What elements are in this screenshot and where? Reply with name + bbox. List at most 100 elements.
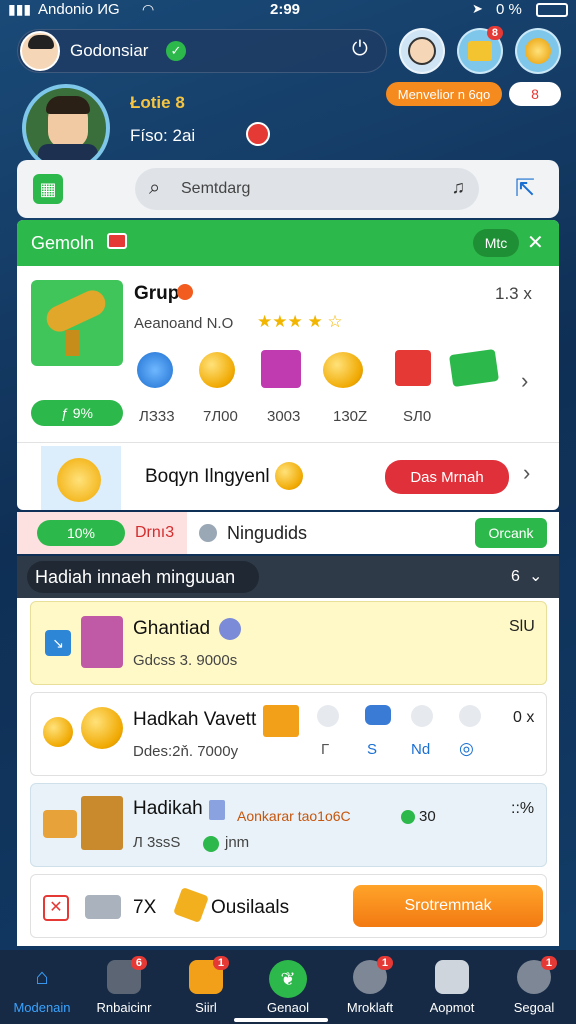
close-icon[interactable]: ✕ bbox=[527, 230, 544, 255]
battery-icon bbox=[536, 3, 568, 17]
chevron-down-icon[interactable]: ⌄ bbox=[529, 566, 542, 586]
edit-icon bbox=[219, 618, 241, 640]
item-icon-label: Г bbox=[321, 741, 330, 758]
avatar[interactable] bbox=[20, 31, 60, 71]
grid-icon[interactable]: ▦ bbox=[33, 174, 63, 204]
reward-value: 7Л00 bbox=[203, 408, 238, 425]
promo-count[interactable]: 8 bbox=[509, 82, 561, 106]
item-title: Hadikah bbox=[133, 798, 203, 819]
tab-badge: 6 bbox=[130, 956, 147, 970]
progress-button[interactable]: Orcank bbox=[475, 518, 547, 548]
item-extra: Aonkarar tao1o6C bbox=[237, 808, 351, 824]
progress-row: 10% Drnı3 Ningudids Orcank bbox=[17, 512, 559, 554]
bird-icon bbox=[365, 705, 391, 725]
progress-label: Ningudids bbox=[227, 523, 308, 543]
search-input[interactable]: ⌕ Semtdarg ♫ bbox=[135, 168, 479, 210]
chest-icon bbox=[263, 705, 299, 737]
tab-profile[interactable]: 1 Segoal bbox=[493, 956, 575, 1015]
search-card: ▦ ⌕ Semtdarg ♫ ⇱ bbox=[17, 160, 559, 218]
box-icon bbox=[468, 41, 492, 61]
item-icon-label: Nd bbox=[411, 741, 431, 758]
friend-avatar-button[interactable] bbox=[399, 28, 445, 74]
section-tag[interactable]: Mtc bbox=[473, 229, 519, 257]
tab-label: Genaol bbox=[267, 1000, 309, 1015]
tab-leaf[interactable]: ❦ Genaol bbox=[247, 960, 329, 1015]
cup-icon bbox=[209, 800, 225, 820]
gift-box-icon bbox=[261, 350, 301, 388]
reward-value: ЅЛ0 bbox=[403, 408, 432, 425]
dot-icon bbox=[401, 810, 415, 824]
cannon-icon bbox=[31, 280, 123, 366]
tab-home[interactable]: ⌂ Modenain bbox=[1, 960, 83, 1015]
chevron-right-icon[interactable]: › bbox=[521, 368, 528, 394]
mic-icon[interactable]: ♫ bbox=[452, 177, 466, 198]
group-subtitle: Aeanoand N.O bbox=[134, 315, 234, 332]
chevron-right-icon[interactable]: › bbox=[523, 460, 530, 486]
item-sub: Ddes:2ň. 7000y bbox=[133, 743, 239, 760]
flag-icon bbox=[107, 233, 127, 249]
alert-icon[interactable] bbox=[246, 122, 270, 146]
footer-button[interactable]: Srotremmak bbox=[353, 885, 543, 927]
bonus-button[interactable]: Das Mrnah bbox=[385, 460, 509, 494]
item-title: Ghantiad bbox=[133, 618, 211, 639]
sun-coin-icon bbox=[41, 446, 121, 510]
list-item[interactable]: Hadkah Vavett Ddes:2ň. 7000y Г S Nd ◎ 0 … bbox=[30, 692, 547, 776]
crate-icon bbox=[81, 796, 123, 850]
group-percent: ƒ 9% bbox=[31, 400, 123, 426]
power-icon[interactable]: ⏻ bbox=[352, 38, 368, 61]
group-count: 1.3 x bbox=[495, 284, 532, 303]
location-icon: ➤ bbox=[472, 1, 483, 16]
wifi-icon: ◠ bbox=[142, 1, 155, 17]
notification-badge: 8 bbox=[486, 26, 503, 40]
tab-label: Segoal bbox=[513, 1000, 555, 1015]
carrier-label: Andonio ИG bbox=[38, 1, 120, 18]
gold-coins-icon bbox=[323, 352, 363, 388]
reward-value: 3003 bbox=[267, 408, 301, 425]
promo-badge[interactable]: Menvelior n 6qo bbox=[386, 82, 502, 106]
check-icon bbox=[203, 836, 219, 852]
battery-label: 0 % bbox=[496, 1, 522, 18]
section-title: Gemoln bbox=[31, 233, 95, 253]
coin-icon bbox=[275, 462, 303, 490]
coin-icon bbox=[525, 38, 551, 64]
divider bbox=[17, 442, 559, 443]
group-card: Gemoln Mtc ✕ Grup Aeanoand N.O ★★★ ★ ☆ 1… bbox=[17, 220, 559, 510]
tab-shop[interactable]: 6 Rnbaicinr bbox=[83, 956, 165, 1015]
search-icon: ⌕ bbox=[149, 177, 161, 199]
box-button[interactable]: 8 bbox=[457, 26, 503, 74]
tab-label: Mroklaft bbox=[346, 1000, 394, 1015]
share-icon[interactable]: ⇱ bbox=[515, 174, 535, 203]
weekly-count: 6 bbox=[511, 568, 520, 585]
tab-mail[interactable]: 1 Siirl bbox=[165, 956, 247, 1015]
item-icon-label: ◎ bbox=[459, 739, 474, 758]
weekly-header[interactable]: Hadiah innaeh minguuan 6 ⌄ bbox=[17, 556, 559, 598]
verified-icon: ✓ bbox=[166, 41, 186, 61]
section-header: Gemoln Mtc ✕ bbox=[17, 220, 559, 266]
arrow-icon: ↘ bbox=[45, 630, 71, 656]
footer-card: ✕ 7X Ousilaals Srotremmak bbox=[30, 874, 547, 938]
item-right: SlU bbox=[509, 618, 535, 635]
gold-bar-icon bbox=[173, 887, 209, 923]
red-gift-icon bbox=[395, 350, 431, 386]
calendar-icon bbox=[435, 960, 469, 994]
item-icon-label: S bbox=[367, 741, 378, 758]
mail-icon: 1 bbox=[189, 956, 229, 994]
big-coin-icon bbox=[81, 707, 123, 749]
tab-label: Aopmot bbox=[429, 1000, 475, 1015]
weekly-title: Hadiah innaeh minguuan bbox=[35, 567, 236, 587]
item-right: 0 x bbox=[513, 709, 535, 726]
list-item[interactable]: ↘ Ghantiad Gdcss 3. 9000s SlU bbox=[30, 601, 547, 685]
list-item[interactable]: Hadikah Aonkarar tao1o6C 30 Л 3ssS jnm :… bbox=[30, 783, 547, 867]
close-icon[interactable]: ✕ bbox=[43, 895, 69, 921]
home-indicator bbox=[234, 1018, 328, 1022]
tab-calendar[interactable]: Aopmot bbox=[411, 960, 493, 1015]
tab-chat[interactable]: 1 Mroklaft bbox=[329, 956, 411, 1015]
coin-button[interactable] bbox=[515, 28, 561, 74]
leaf-icon: ❦ bbox=[269, 960, 307, 998]
user-bar[interactable]: Godonsiar ✓ ⏻ bbox=[17, 29, 387, 73]
profile-avatar[interactable] bbox=[22, 84, 110, 172]
coins-icon bbox=[199, 352, 235, 388]
rating-stars-icon: ★★★ ★ ☆ bbox=[257, 312, 343, 331]
reward-value: 130Z bbox=[333, 408, 368, 425]
tab-label: Siirl bbox=[195, 1000, 217, 1015]
